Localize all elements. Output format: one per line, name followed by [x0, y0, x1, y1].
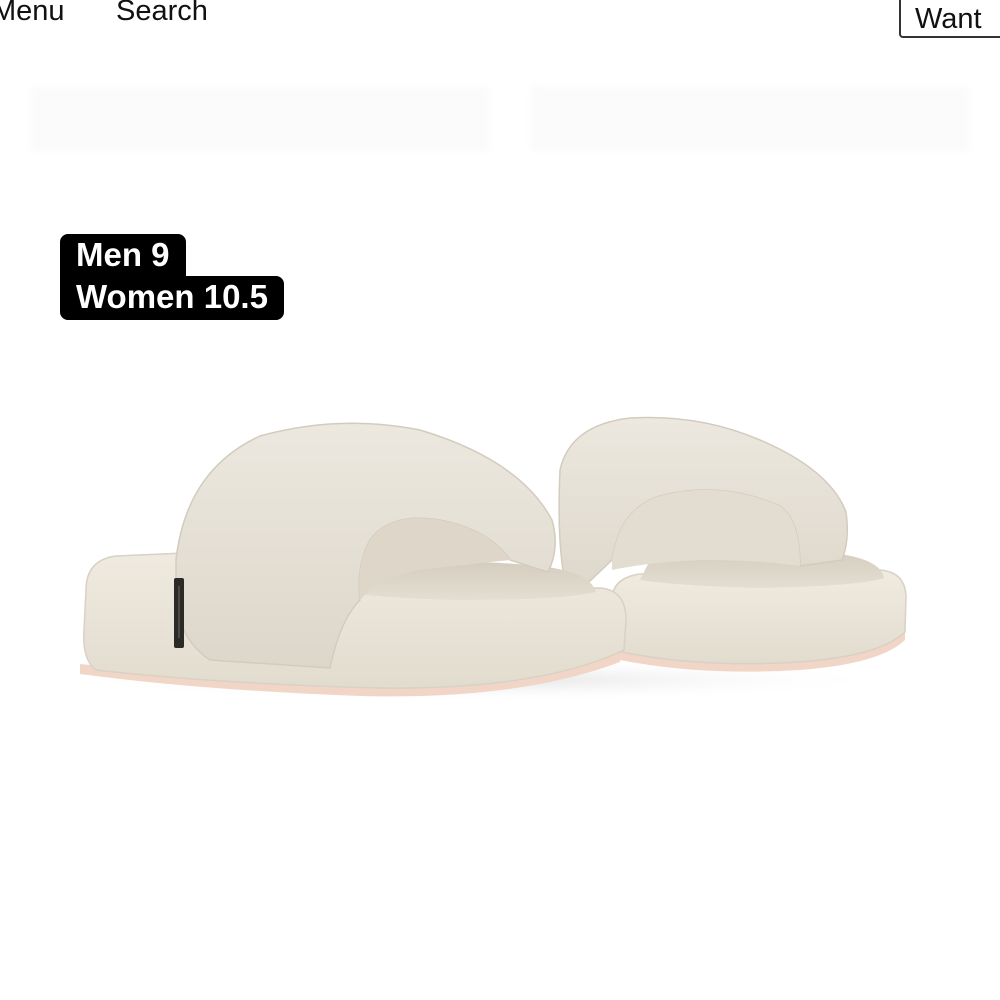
want-button[interactable]: Want [899, 0, 1000, 38]
search-link[interactable]: Search [116, 0, 208, 28]
size-men: Men 9 [60, 234, 186, 276]
menu-link[interactable]: Menu [0, 0, 65, 28]
left-sandal [80, 422, 627, 697]
product-image [60, 416, 907, 702]
top-navigation-bar: Menu Search Want [0, 0, 1000, 50]
size-women: Women 10.5 [60, 276, 284, 320]
size-tag: Men 9 Women 10.5 [60, 234, 284, 320]
